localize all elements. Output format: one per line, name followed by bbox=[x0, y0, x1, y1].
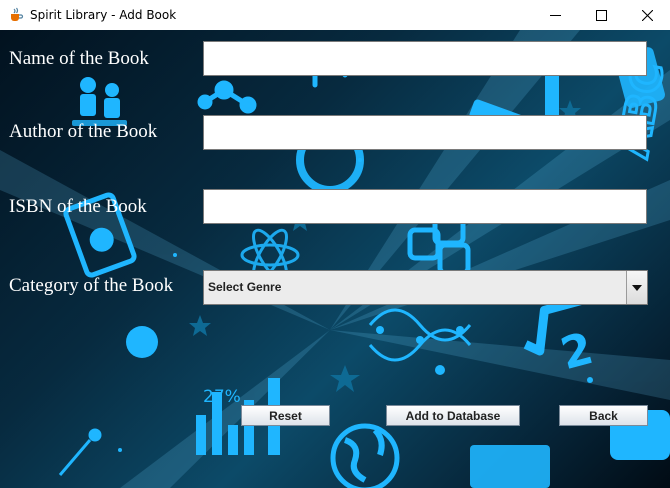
dropdown-arrow-icon[interactable] bbox=[626, 271, 647, 304]
add-book-window: Spirit Library - Add Book ABC 2 27% Name… bbox=[0, 0, 670, 488]
genre-select-value: Select Genre bbox=[208, 280, 282, 294]
author-label: Author of the Book bbox=[9, 121, 158, 142]
percent-decor-text: 27% bbox=[203, 387, 241, 407]
form-background: ABC 2 27% Name of the Book Author of the… bbox=[0, 30, 670, 488]
maximize-icon bbox=[595, 9, 607, 21]
author-input[interactable] bbox=[203, 115, 647, 150]
title-bar[interactable]: Spirit Library - Add Book bbox=[0, 0, 670, 30]
genre-select[interactable]: Select Genre bbox=[203, 270, 648, 305]
book-name-input[interactable] bbox=[203, 41, 647, 76]
reset-button[interactable]: Reset bbox=[241, 405, 330, 426]
back-button[interactable]: Back bbox=[559, 405, 648, 426]
minimize-button[interactable] bbox=[532, 0, 578, 30]
java-cup-icon bbox=[8, 7, 24, 23]
isbn-input[interactable] bbox=[203, 189, 647, 224]
isbn-label: ISBN of the Book bbox=[9, 196, 147, 217]
name-label: Name of the Book bbox=[9, 48, 149, 69]
maximize-button[interactable] bbox=[578, 0, 624, 30]
category-label: Category of the Book bbox=[9, 275, 174, 296]
close-button[interactable] bbox=[624, 0, 670, 30]
close-icon bbox=[641, 9, 653, 21]
minimize-icon bbox=[549, 14, 561, 16]
window-title: Spirit Library - Add Book bbox=[30, 8, 177, 22]
add-to-database-button[interactable]: Add to Database bbox=[386, 405, 520, 426]
